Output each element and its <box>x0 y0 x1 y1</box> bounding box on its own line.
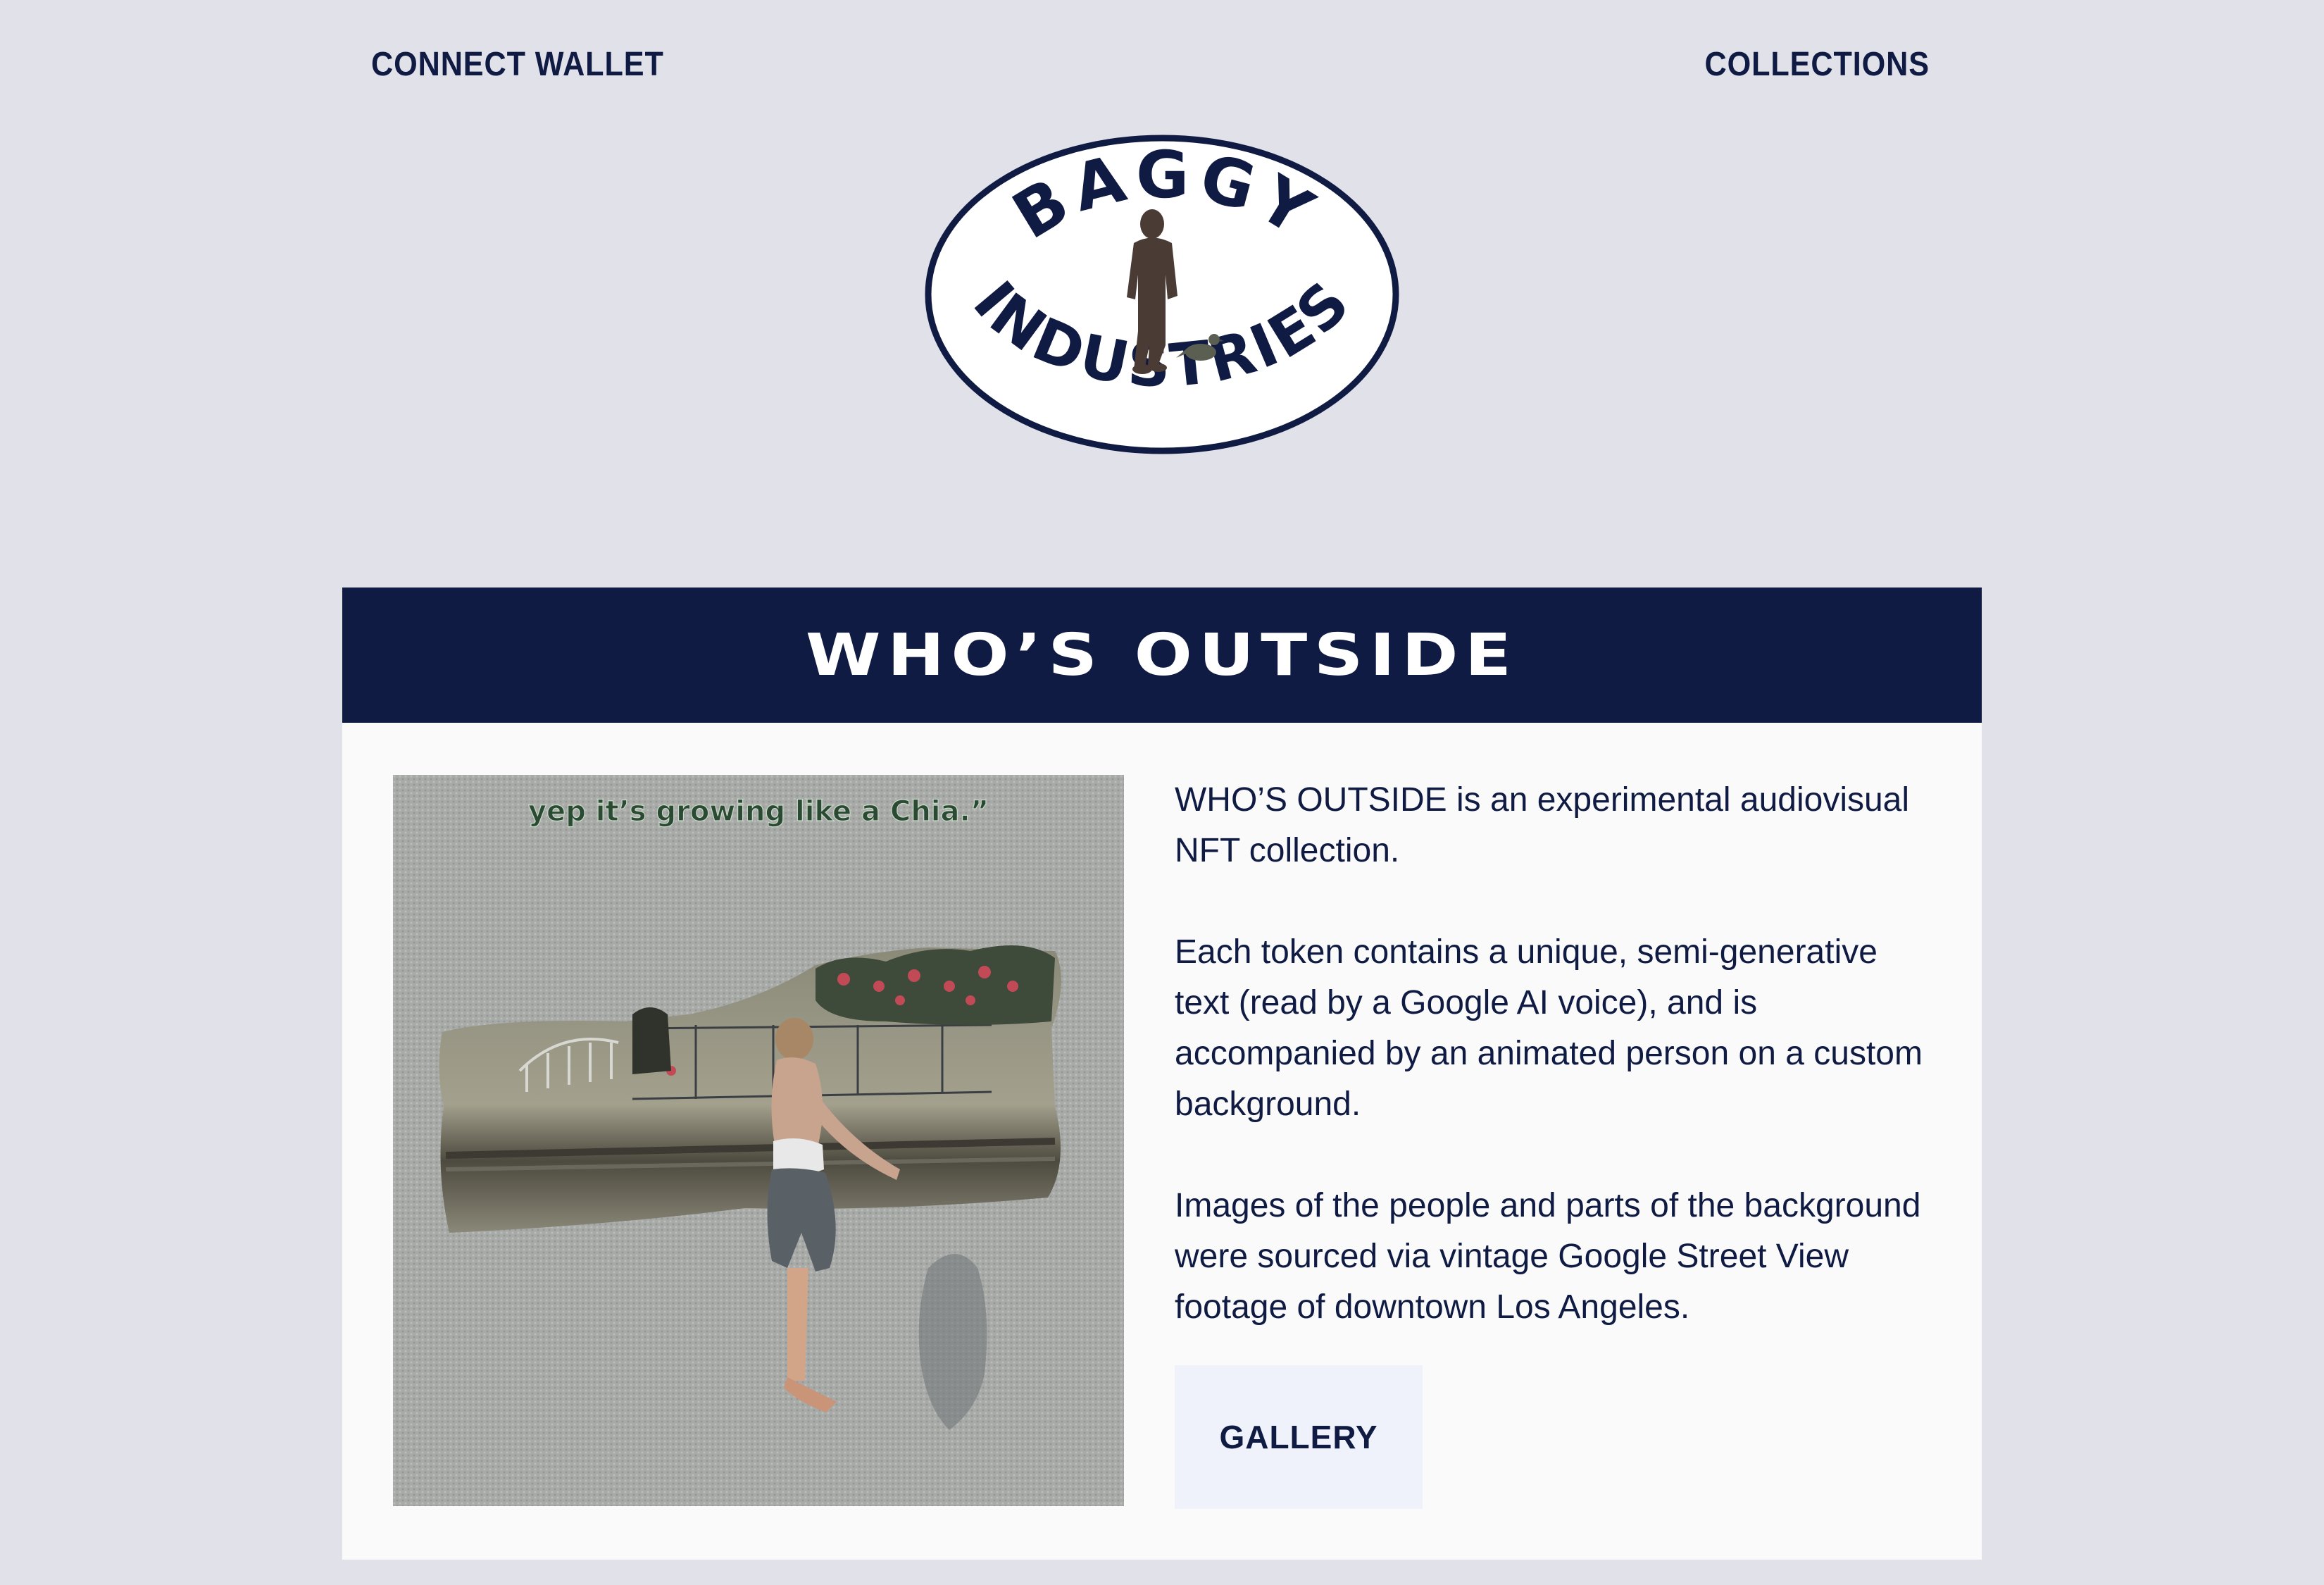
collection-header: WHO’S OUTSIDE <box>342 588 1982 723</box>
collections-link[interactable]: COLLECTIONS <box>1705 45 1930 84</box>
baggy-industries-logo[interactable]: BAGGY INDUSTRIES <box>923 134 1401 455</box>
gallery-button[interactable]: GALLERY <box>1175 1365 1423 1509</box>
collection-description: WHO’S OUTSIDE is an experimental audiovi… <box>1175 775 1935 1384</box>
collection-name: WHO’S OUTSIDE <box>1175 781 1447 819</box>
description-paragraph-3: Images of the people and parts of the ba… <box>1175 1187 1921 1326</box>
artwork-caption: yep it’s growing like a Chia.” <box>528 795 989 828</box>
description-paragraph-1: WHO’S OUTSIDE is an experimental audiovi… <box>1175 775 1935 876</box>
connect-wallet-link[interactable]: CONNECT WALLET <box>371 45 664 84</box>
description-paragraph-2: Each token contains a unique, semi-gener… <box>1175 933 1923 1123</box>
collection-title: WHO’S OUTSIDE <box>806 621 1518 689</box>
collection-artwork[interactable]: yep it’s growing like a Chia.” <box>393 775 1124 1506</box>
collection-panel: WHO’S OUTSIDE yep it’s growing like a Ch… <box>342 588 1982 1560</box>
